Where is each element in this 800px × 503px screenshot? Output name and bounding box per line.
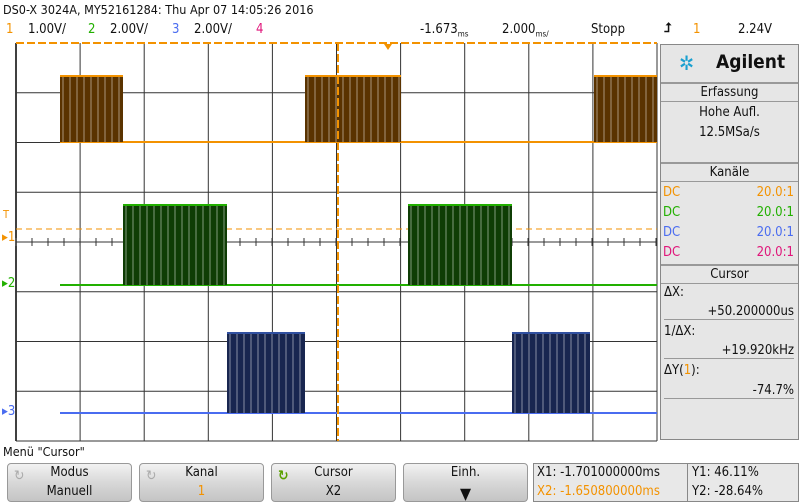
channel-coupling: DC <box>663 205 681 220</box>
ch1-burst <box>594 75 657 142</box>
acq-mode: Hohe Aufl. <box>699 105 760 120</box>
menu-title: Menü "Cursor" <box>3 444 85 459</box>
ch1-marker-label: 1 <box>7 230 16 245</box>
softkey-label: Einh. <box>450 465 481 480</box>
ch3-ground-marker[interactable]: ▸3 <box>2 404 15 419</box>
ch3-marker-label: 3 <box>7 404 16 419</box>
y2-readout: Y2: -28.64% <box>692 484 764 499</box>
delta-y-label: ΔY(1): <box>664 363 700 378</box>
rising-edge-icon: ⮥ <box>664 21 672 36</box>
dy-post: ): <box>691 363 700 378</box>
dy-pre: ΔY( <box>664 363 684 378</box>
delta-x-label: ΔX: <box>664 285 684 300</box>
softkey-value: X2 <box>325 484 342 499</box>
trigger-source[interactable]: 1 <box>693 22 700 37</box>
y1-readout: Y1: 46.11% <box>692 465 759 480</box>
x1-readout: X1: -1.701000000ms <box>537 465 660 480</box>
delta-x-value: +50.200000us <box>664 304 794 320</box>
ch2-ground-marker[interactable]: ▸2 <box>2 276 15 291</box>
channel-probe: 20.0:1 <box>756 225 794 240</box>
x2-readout: X2: -1.650800000ms <box>537 484 660 499</box>
ch1-burst <box>305 75 401 142</box>
acquisition-header[interactable]: Erfassung <box>661 82 798 102</box>
trigger-level-marker[interactable]: T <box>3 208 9 221</box>
channels-header[interactable]: Kanäle <box>661 162 798 182</box>
softkey-label: Cursor <box>314 465 353 480</box>
delta-y-value: -74.7% <box>664 383 794 399</box>
channel-probe: 20.0:1 <box>756 245 794 260</box>
inv-delta-x-label: 1/ΔX: <box>664 324 696 339</box>
side-panel: ✲ Agilent Erfassung Hohe Aufl. 12.5MSa/s… <box>660 44 799 440</box>
agilent-logo-icon: ✲ <box>679 51 695 75</box>
channel-coupling: DC <box>663 245 681 260</box>
inv-delta-x-value: +19.920kHz <box>664 343 794 359</box>
channel-coupling: DC <box>663 185 681 200</box>
trigger-position-icon <box>384 44 392 50</box>
mode-softkey[interactable]: ↻ Modus Manuell <box>7 463 132 502</box>
ch1-ground-marker[interactable]: ▸1 <box>2 230 15 245</box>
arrow-down-icon: ▼ <box>459 484 472 503</box>
waveform-display[interactable] <box>0 0 660 445</box>
channel-coupling: DC <box>663 225 681 240</box>
softkey-value: Manuell <box>46 484 93 499</box>
channel-softkey[interactable]: ↻ Kanal 1 <box>139 463 264 502</box>
units-softkey[interactable]: Einh. ▼ <box>403 463 528 503</box>
cursor-readout: X1: -1.701000000ms X2: -1.650800000ms Y1… <box>533 463 799 502</box>
channel-probe: 20.0:1 <box>756 205 794 220</box>
brand: Agilent <box>716 51 786 73</box>
cursor-softkey[interactable]: ↻ Cursor X2 <box>271 463 396 502</box>
sample-rate: 12.5MSa/s <box>699 125 760 140</box>
ch2-marker-label: 2 <box>7 276 16 291</box>
channel-probe: 20.0:1 <box>756 185 794 200</box>
softkey-label: Modus <box>50 465 89 480</box>
ch1-burst <box>60 75 123 142</box>
cursor-header[interactable]: Cursor <box>661 264 798 284</box>
softkey-label: Kanal <box>185 465 218 480</box>
softkey-value: 1 <box>197 484 206 499</box>
trigger-level[interactable]: 2.24V <box>738 22 772 37</box>
